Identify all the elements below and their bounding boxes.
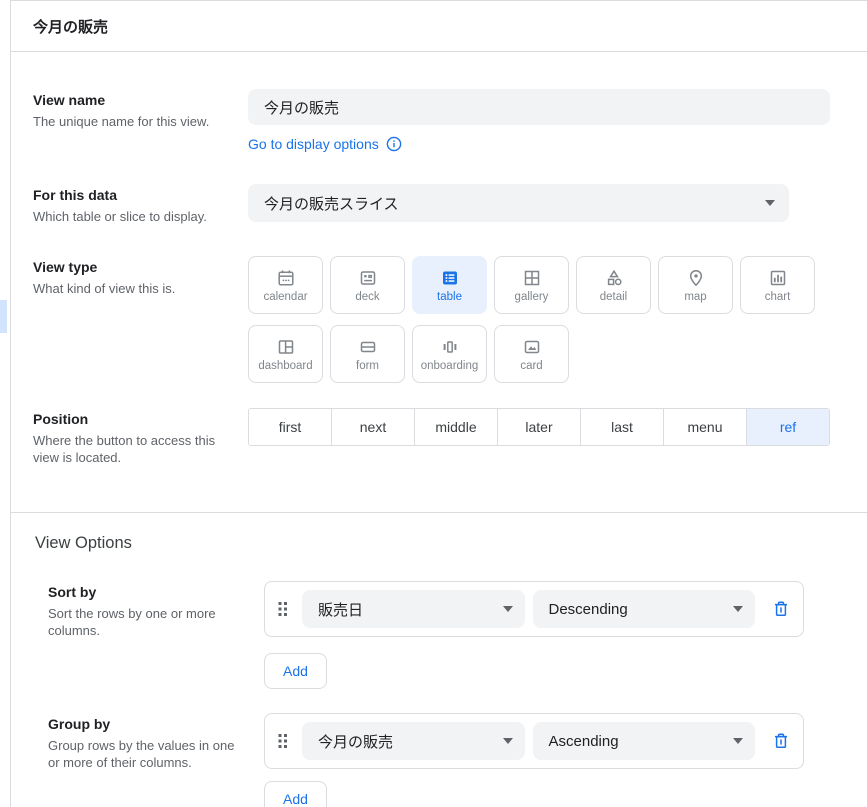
sort-order-select[interactable]: Descending [533,590,756,628]
map-pin-icon [686,268,706,288]
view-type-gallery[interactable]: gallery [494,256,569,314]
drag-handle-icon[interactable] [278,733,288,749]
position-middle[interactable]: middle [414,409,497,445]
position-first[interactable]: first [249,409,331,445]
detail-icon [604,268,624,288]
position-label: Position [33,411,248,427]
view-type-card[interactable]: card [494,325,569,383]
sidebar-selection-strip [0,300,7,333]
view-type-label-dashboard: dashboard [258,360,312,372]
chevron-down-icon [503,606,513,612]
calendar-icon [276,268,296,288]
sort-by-label: Sort by [48,584,264,600]
view-type-label-gallery: gallery [515,291,549,303]
onboarding-icon [440,337,460,357]
group-order-value: Ascending [549,733,619,750]
view-name-description: The unique name for this view. [33,113,221,130]
position-segmented-control: first next middle later last menu ref [248,408,830,446]
view-type-description: What kind of view this is. [33,280,221,297]
view-type-label-chart: chart [765,291,791,303]
chevron-down-icon [503,738,513,744]
group-rule-row: 今月の販売 Ascending [264,713,804,769]
view-type-detail[interactable]: detail [576,256,651,314]
view-type-chart[interactable]: chart [740,256,815,314]
view-type-onboarding[interactable]: onboarding [412,325,487,383]
group-by-label: Group by [48,716,264,732]
group-order-select[interactable]: Ascending [533,722,756,760]
view-type-table[interactable]: table [412,256,487,314]
trash-icon [771,731,791,751]
for-this-data-description: Which table or slice to display. [33,208,221,225]
position-description: Where the button to access this view is … [33,432,221,466]
chevron-down-icon [733,606,743,612]
view-name-input[interactable] [248,89,830,125]
form-icon [358,337,378,357]
dashboard-icon [276,337,296,357]
trash-icon [771,599,791,619]
delete-group-rule-button[interactable] [771,731,791,751]
chevron-down-icon [733,738,743,744]
view-type-label-deck: deck [355,291,379,303]
view-type-grid: calendar deck table [248,256,833,383]
gallery-icon [522,268,542,288]
add-sort-rule-button[interactable]: Add [264,653,327,689]
deck-icon [358,268,378,288]
position-menu[interactable]: menu [663,409,746,445]
view-editor-panel: 今月の販売 View name The unique name for this… [10,0,867,807]
position-next[interactable]: next [331,409,414,445]
sort-column-value: 販売日 [318,599,363,620]
view-type-label-calendar: calendar [263,291,307,303]
view-type-deck[interactable]: deck [330,256,405,314]
sort-rule-row: 販売日 Descending [264,581,804,637]
view-type-map[interactable]: map [658,256,733,314]
view-type-label-onboarding: onboarding [421,360,479,372]
group-column-select[interactable]: 今月の販売 [302,722,525,760]
card-image-icon [522,337,542,357]
position-later[interactable]: later [497,409,580,445]
go-to-display-options-label: Go to display options [248,136,379,152]
view-type-label: View type [33,259,248,275]
view-type-label-table: table [437,291,462,303]
view-type-dashboard[interactable]: dashboard [248,325,323,383]
data-source-select[interactable]: 今月の販売スライス [248,184,789,222]
view-options-heading: View Options [35,534,867,553]
sort-by-description: Sort the rows by one or more columns. [48,605,236,639]
table-icon [440,268,460,288]
view-type-label-detail: detail [600,291,628,303]
info-icon [386,136,402,152]
delete-sort-rule-button[interactable] [771,599,791,619]
view-type-form[interactable]: form [330,325,405,383]
data-source-value: 今月の販売スライス [264,193,399,214]
go-to-display-options-link[interactable]: Go to display options [248,136,402,152]
sort-column-select[interactable]: 販売日 [302,590,525,628]
sort-order-value: Descending [549,601,628,618]
view-type-label-form: form [356,360,379,372]
chart-icon [768,268,788,288]
for-this-data-label: For this data [33,187,248,203]
chevron-down-icon [765,200,775,206]
group-by-description: Group rows by the values in one or more … [48,737,236,771]
section-divider [11,512,867,513]
drag-handle-icon[interactable] [278,601,288,617]
group-column-value: 今月の販売 [318,731,393,752]
add-group-rule-button[interactable]: Add [264,781,327,807]
position-ref[interactable]: ref [746,409,829,445]
view-type-label-card: card [520,360,542,372]
view-type-label-map: map [684,291,706,303]
view-name-label: View name [33,92,248,108]
view-type-calendar[interactable]: calendar [248,256,323,314]
panel-title: 今月の販売 [11,1,867,52]
position-last[interactable]: last [580,409,663,445]
